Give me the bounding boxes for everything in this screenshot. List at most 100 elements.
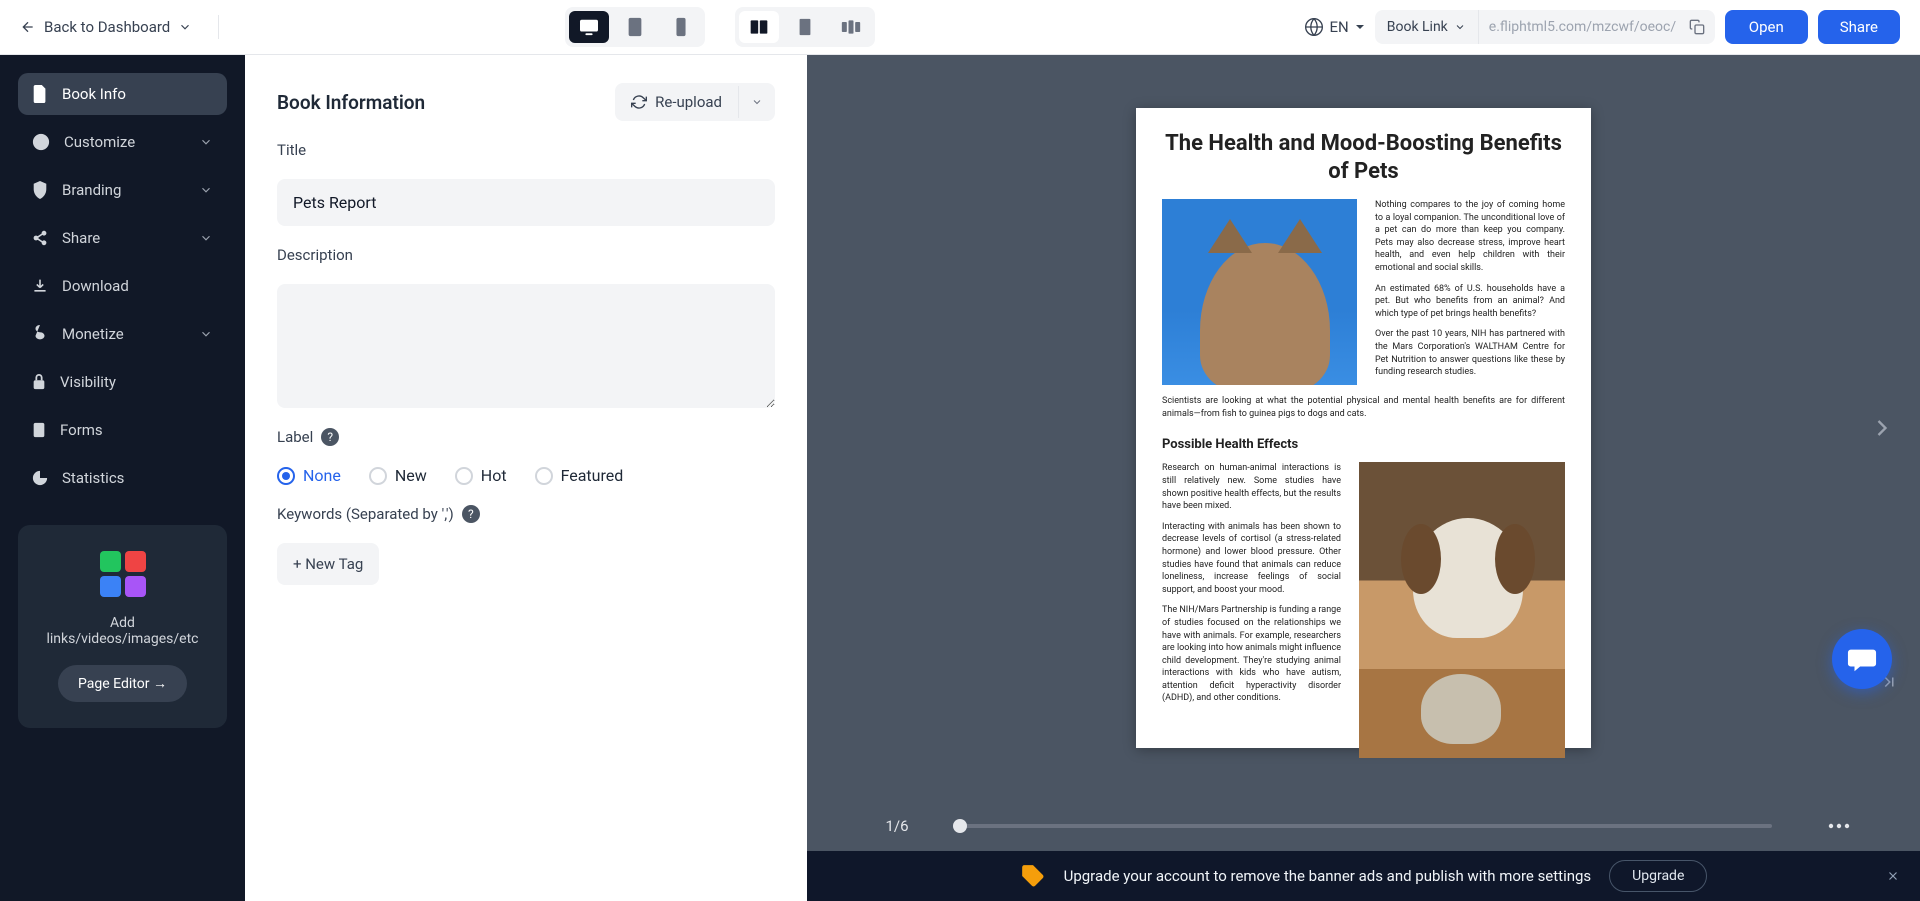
help-icon[interactable]: ? [462,505,480,523]
title-label: Title [277,141,775,159]
doc-paragraph: Nothing compares to the joy of coming ho… [1375,199,1565,275]
chat-support-button[interactable] [1832,629,1892,689]
sidebar-item-download[interactable]: Download [18,265,227,307]
copy-link-button[interactable] [1679,19,1715,35]
sidebar-item-forms[interactable]: Forms [18,409,227,451]
upgrade-banner: Upgrade your account to remove the banne… [807,851,1920,901]
share-icon [32,230,48,246]
doc-paragraph: An estimated 68% of U.S. households have… [1375,283,1565,321]
book-open-icon [749,18,769,36]
sidebar-item-label: Download [62,277,129,295]
language-label: EN [1330,18,1349,36]
doc-image-dog-cat [1359,462,1565,758]
desktop-icon [578,18,600,36]
next-page-button[interactable] [1852,392,1912,464]
lock-icon [32,374,46,390]
chevron-down-icon [751,96,763,108]
layout-preview-group [735,7,875,47]
radio-label: None [303,466,341,485]
reupload-button[interactable]: Re-upload [615,83,738,121]
language-selector[interactable]: EN [1304,17,1365,37]
sidebar-item-book-info[interactable]: Book Info [18,73,227,115]
mobile-icon [674,17,688,37]
radio-label: Hot [481,466,507,485]
radio-label: New [395,466,427,485]
sidebar-item-label: Branding [62,181,121,199]
share-button[interactable]: Share [1818,10,1900,44]
layout-double-button[interactable] [739,11,779,43]
panel-header: Book Information Re-upload [277,83,775,121]
chevron-down-icon [199,231,213,245]
open-button[interactable]: Open [1725,10,1808,44]
radio-dot-icon [277,467,295,485]
dots-horizontal-icon [1828,823,1850,829]
page-viewport: The Health and Mood-Boosting Benefits of… [807,55,1920,801]
file-icon [32,85,48,103]
back-to-dashboard-link[interactable]: Back to Dashboard [20,18,192,36]
keywords-label-text: Keywords (Separated by ',') [277,505,454,523]
upgrade-text: Upgrade your account to remove the banne… [1064,867,1592,885]
description-textarea[interactable] [277,284,775,408]
layout-slide-button[interactable] [831,11,871,43]
title-input[interactable] [277,179,775,226]
chevron-down-icon [178,20,192,34]
shield-icon [32,181,48,199]
sidebar-item-share[interactable]: Share [18,217,227,259]
device-mobile-button[interactable] [661,11,701,43]
globe-icon [1304,17,1324,37]
device-tablet-button[interactable] [615,11,655,43]
device-desktop-button[interactable] [569,11,609,43]
palette-icon [32,133,50,151]
doc-paragraph: Interacting with animals has been shown … [1162,521,1341,597]
doc-image-cat [1162,199,1357,385]
radio-dot-icon [369,467,387,485]
preview-page[interactable]: The Health and Mood-Boosting Benefits of… [1136,108,1591,748]
sidebar-item-branding[interactable]: Branding [18,169,227,211]
link-type-select[interactable]: Book Link [1375,10,1479,44]
download-icon [32,278,48,294]
label-option-none[interactable]: None [277,466,341,485]
label-option-hot[interactable]: Hot [455,466,507,485]
label-option-featured[interactable]: Featured [535,466,624,485]
caret-down-icon [1355,22,1365,32]
sidebar-item-visibility[interactable]: Visibility [18,361,227,403]
chart-icon [32,470,48,486]
help-icon[interactable]: ? [321,428,339,446]
label-option-new[interactable]: New [369,466,427,485]
doc-paragraph: Scientists are looking at what the poten… [1162,395,1565,420]
page-editor-button[interactable]: Page Editor → [58,665,187,702]
label-radio-group: None New Hot Featured [277,466,775,485]
upgrade-button[interactable]: Upgrade [1609,860,1707,892]
device-preview-group [565,7,705,47]
topbar: Back to Dashboard EN [0,0,1920,55]
layout-single-button[interactable] [785,11,825,43]
divider [218,15,219,39]
chat-icon [1847,645,1877,673]
page-icon [796,18,814,36]
new-tag-button[interactable]: + New Tag [277,543,379,585]
radio-dot-icon [535,467,553,485]
slides-icon [841,18,861,36]
back-label: Back to Dashboard [44,18,170,36]
link-type-label: Book Link [1387,19,1448,35]
doc-paragraph: Over the past 10 years, NIH has partnere… [1375,328,1565,378]
reupload-dropdown[interactable] [738,86,775,118]
main: Book Info Customize Branding Share Downl… [0,55,1920,901]
sidebar-item-statistics[interactable]: Statistics [18,457,227,499]
reupload-group: Re-upload [615,83,775,121]
page-slider[interactable] [953,824,1772,828]
doc-title: The Health and Mood-Boosting Benefits of… [1162,130,1565,185]
sidebar-item-label: Forms [60,421,103,439]
close-icon [1886,869,1900,883]
chevron-down-icon [1454,21,1466,33]
sidebar-item-monetize[interactable]: Monetize [18,313,227,355]
close-banner-button[interactable] [1886,869,1900,883]
sidebar: Book Info Customize Branding Share Downl… [0,55,245,901]
copy-icon [1689,19,1705,35]
more-options-button[interactable] [1828,823,1850,829]
chevron-down-icon [199,327,213,341]
sidebar-item-customize[interactable]: Customize [18,121,227,163]
slider-thumb[interactable] [953,819,967,833]
sidebar-item-label: Visibility [60,373,116,391]
page-indicator: 1/6 [877,817,917,835]
